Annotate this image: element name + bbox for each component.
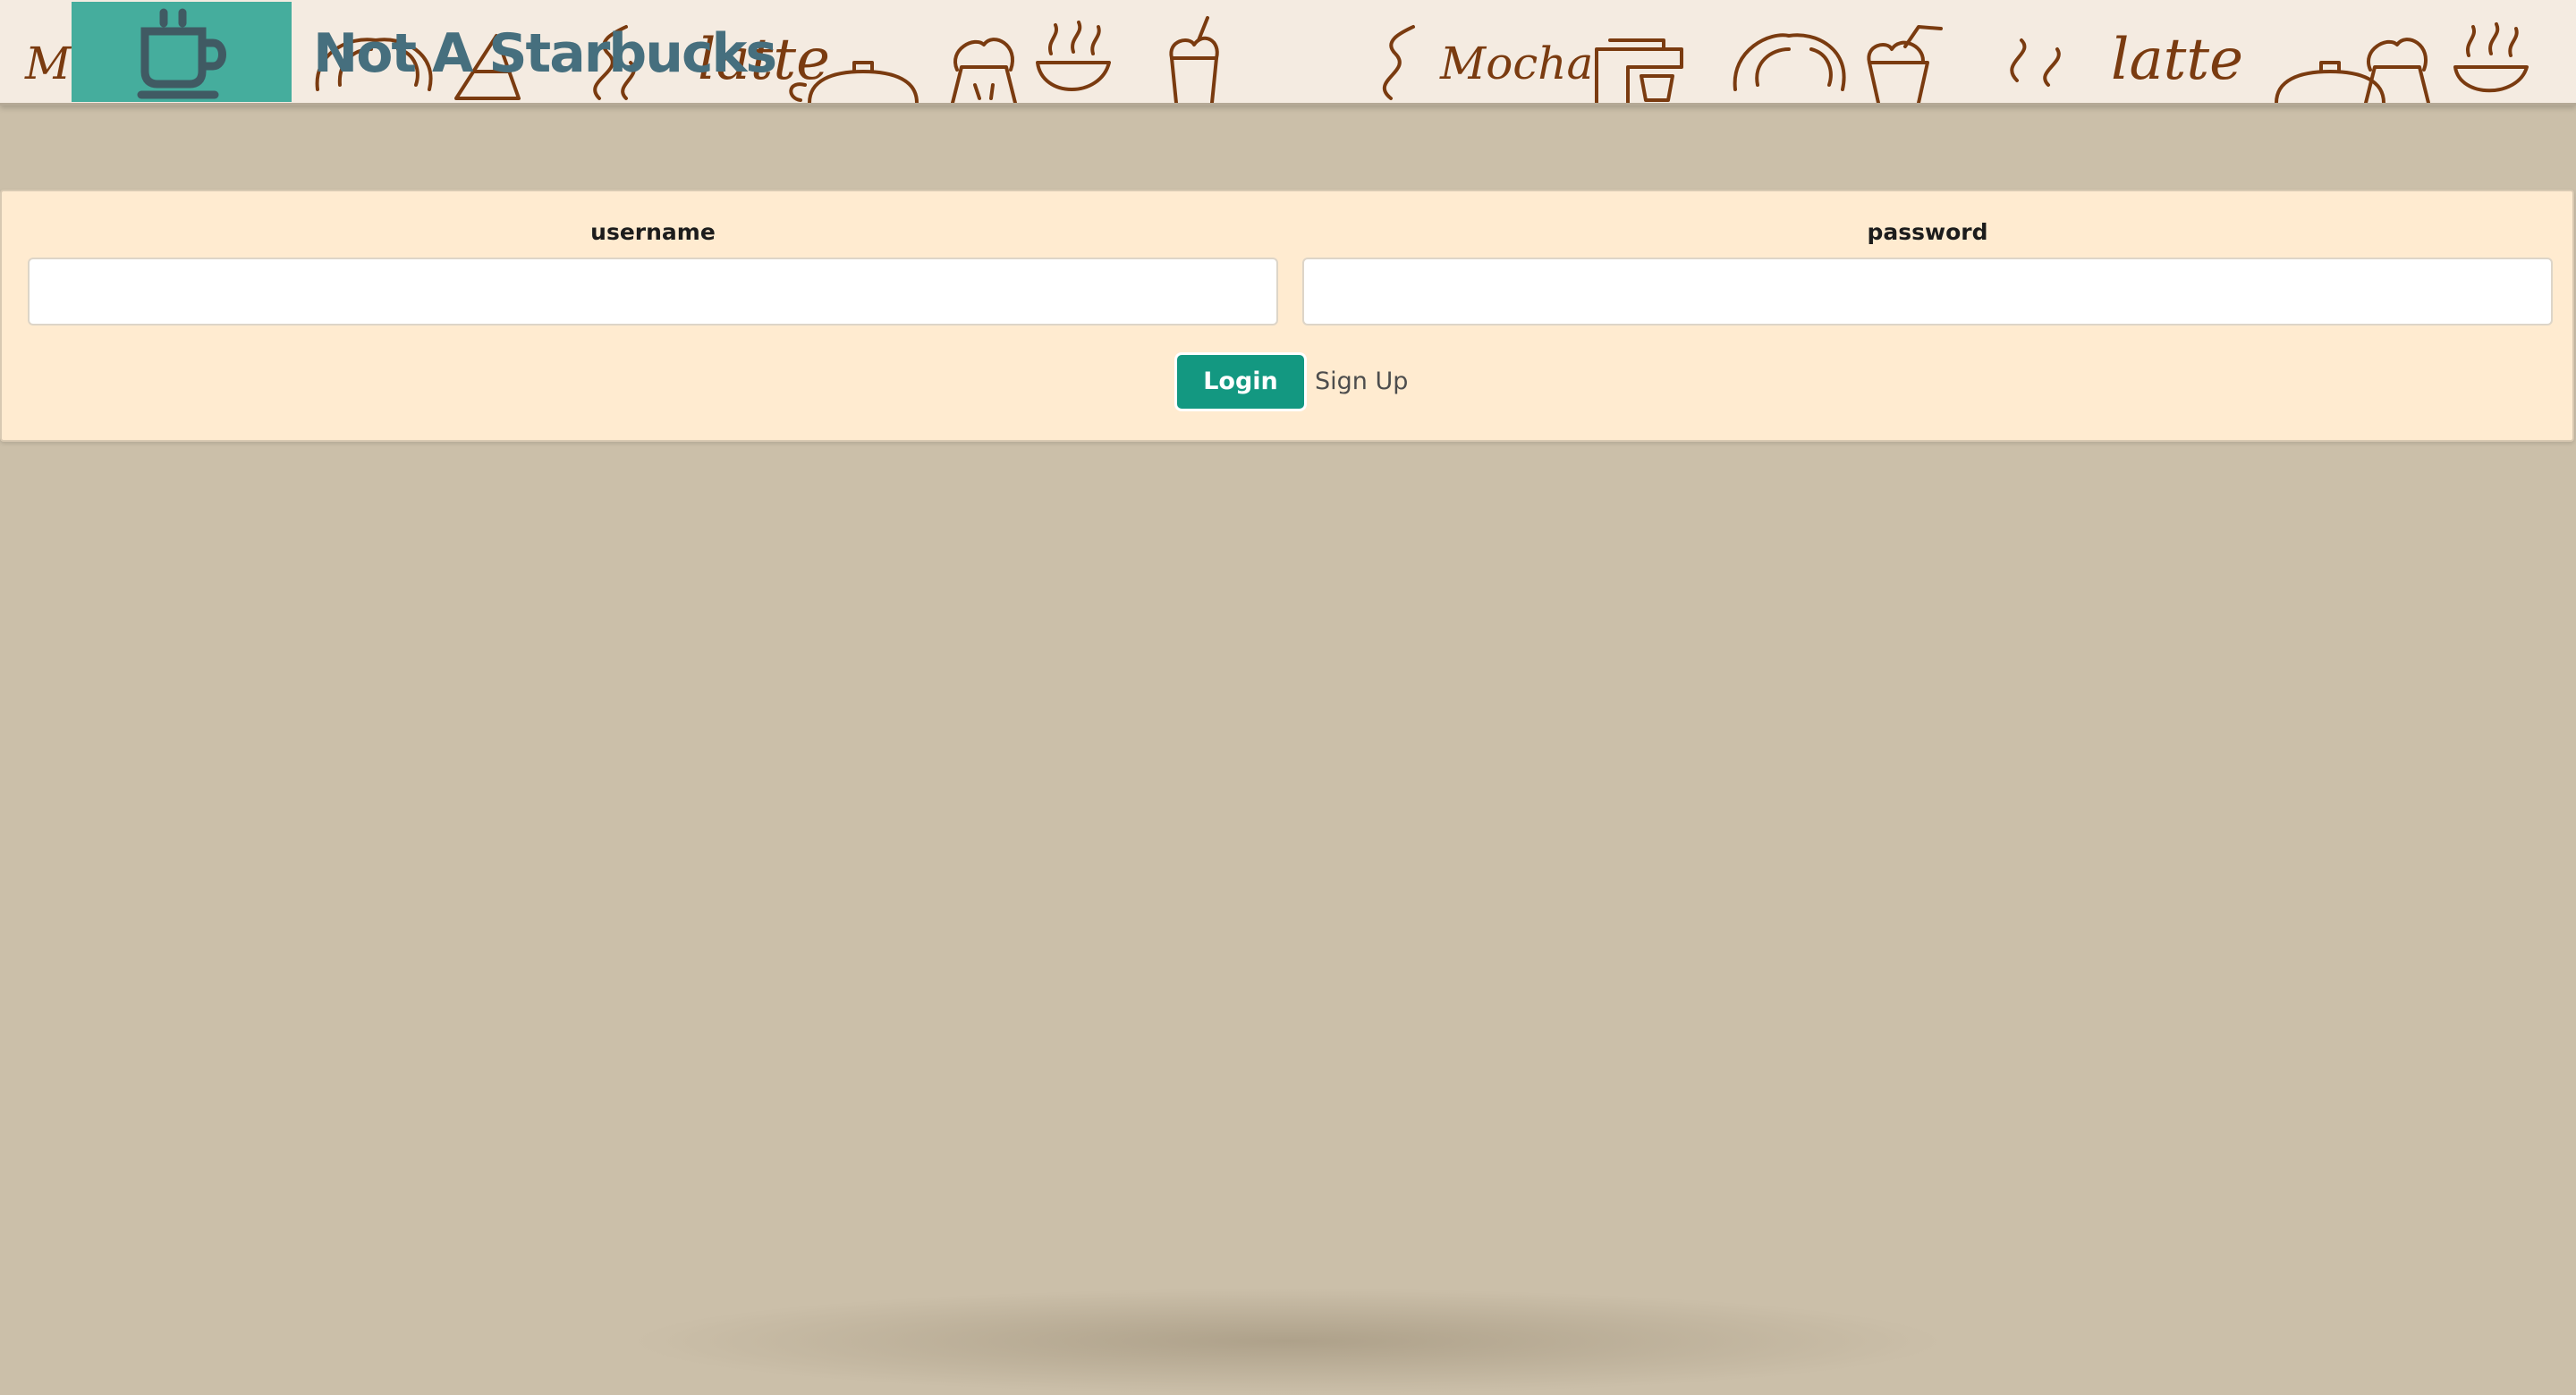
username-field: username — [28, 218, 1278, 326]
brand-name[interactable]: Not A Starbucks — [313, 18, 777, 89]
password-input[interactable] — [1302, 258, 2553, 326]
muffin-doodle-icon-2 — [2364, 38, 2430, 103]
steam-doodle-icon-2 — [1382, 25, 1415, 100]
site-header: Mocha latte Mocha latte Not A Starbucks — [0, 0, 2576, 106]
steam-doodle-icon-3 — [2010, 38, 2061, 87]
decorative-shadow — [626, 1288, 1950, 1395]
coffee-cup-icon — [137, 8, 226, 99]
form-actions: Login Sign Up — [2, 351, 2572, 413]
frappe-doodle-icon — [1169, 16, 1219, 103]
coffee-machine-doodle-icon — [1595, 38, 1683, 103]
login-panel: username password Login Sign Up — [0, 190, 2574, 442]
milkshake-doodle-icon — [1867, 25, 1943, 103]
password-field: password — [1302, 218, 2553, 326]
login-button[interactable]: Login — [1174, 352, 1307, 411]
steaming-cup-doodle-icon — [1036, 21, 1111, 91]
muffin-doodle-icon — [951, 38, 1017, 103]
sign-up-link[interactable]: Sign Up — [1315, 352, 1408, 411]
doodle-word: Mocha — [1439, 38, 1593, 89]
password-label: password — [1867, 219, 1988, 245]
doodle-word: latte — [2111, 27, 2243, 93]
logo[interactable] — [72, 2, 292, 102]
username-input[interactable] — [28, 258, 1278, 326]
croissant-doodle-icon-2 — [1733, 33, 1846, 91]
steaming-cup-doodle-icon-2 — [2453, 22, 2529, 93]
username-label: username — [590, 219, 716, 245]
